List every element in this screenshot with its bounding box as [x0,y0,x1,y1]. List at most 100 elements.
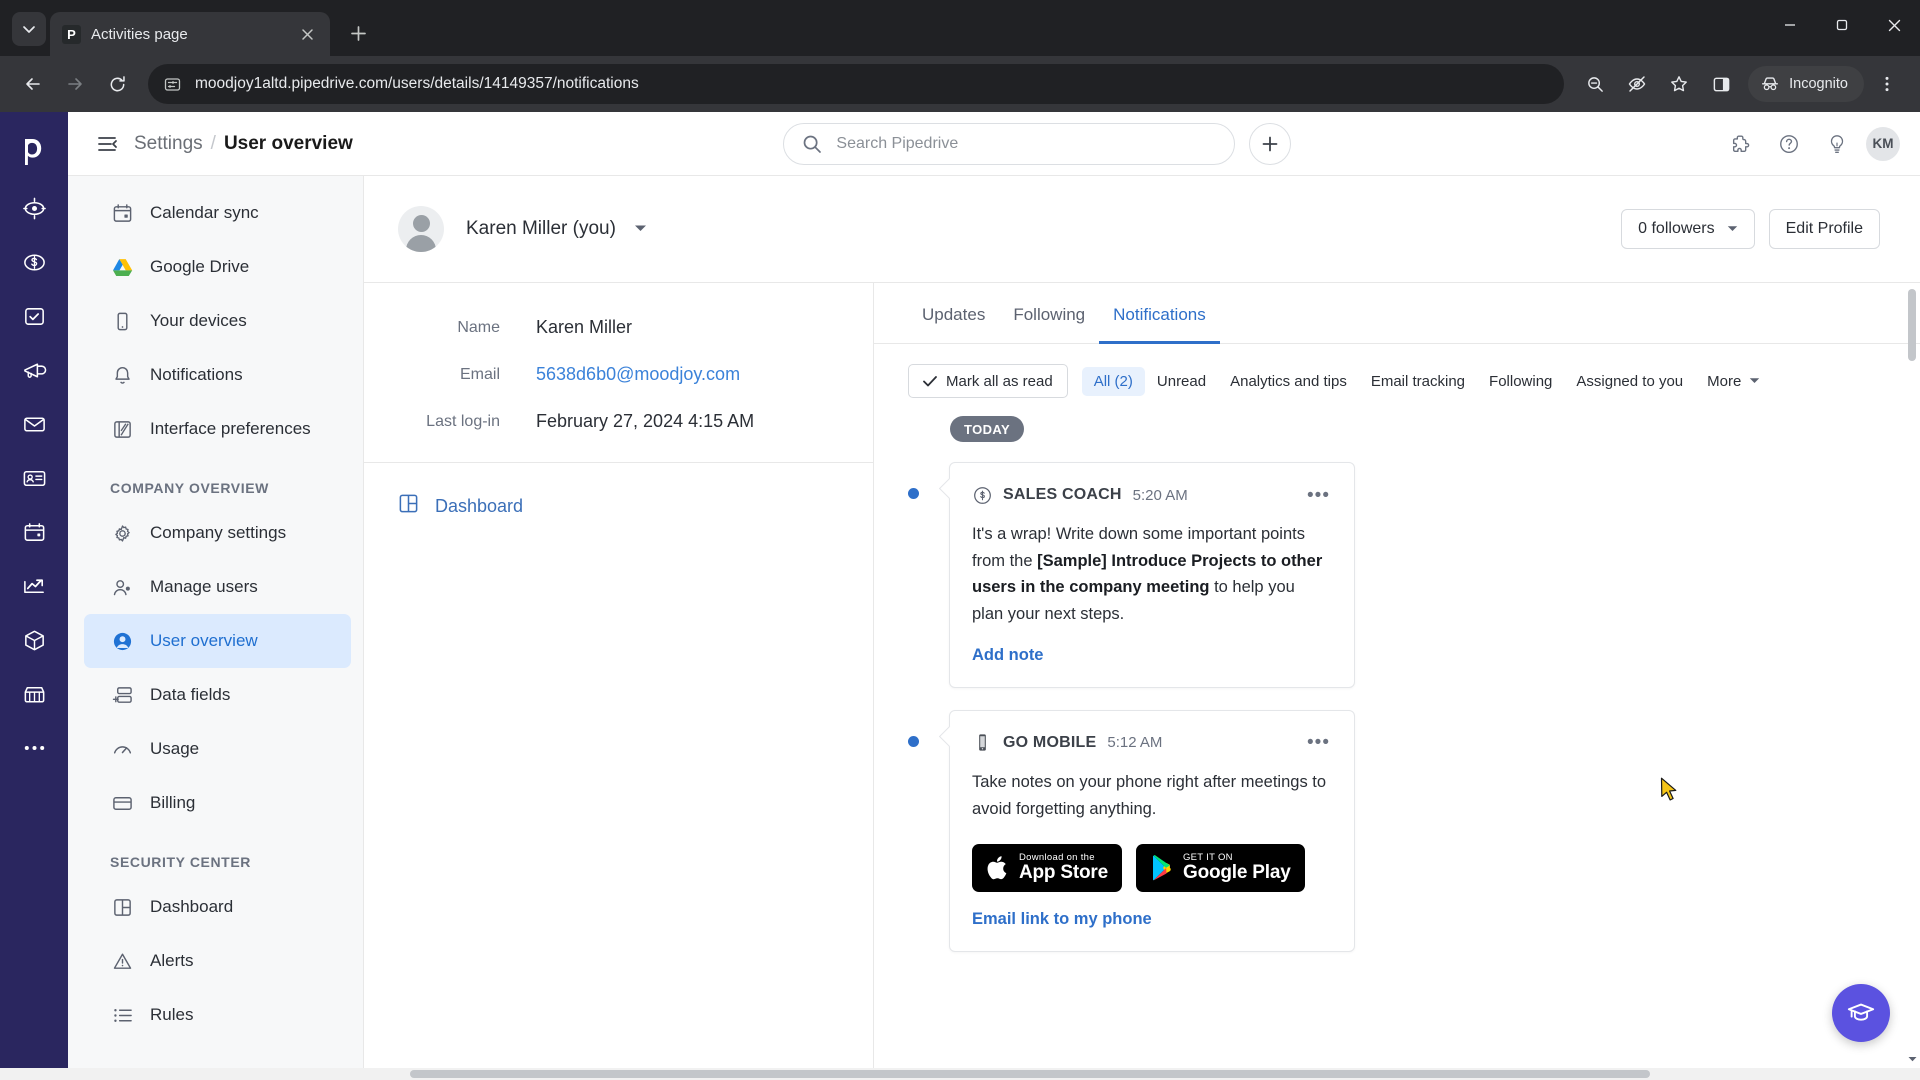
vertical-scrollbar[interactable] [1906,283,1918,1080]
breadcrumb-separator: / [210,132,216,154]
sidebar-item-rules[interactable]: Rules [84,988,351,1042]
detail-value-email-link[interactable]: 5638d6b0@moodjoy.com [536,364,740,385]
scroll-down-arrow-icon[interactable] [1906,1052,1918,1066]
scrollbar-thumb[interactable] [1908,289,1916,361]
sidebar-item-label: Calendar sync [150,203,259,222]
sidebar-item-your-devices[interactable]: Your devices [84,294,351,348]
sidebar-item-label: Interface preferences [150,419,311,438]
filter-email-tracking[interactable]: Email tracking [1359,367,1477,396]
avatar[interactable]: KM [1866,126,1900,161]
notification-more-menu-icon[interactable]: ••• [1307,486,1330,505]
sidebar-item-interface-preferences[interactable]: Interface preferences [84,402,351,456]
more-icon[interactable] [8,722,60,774]
notification-body: Take notes on your phone right after mee… [972,772,1327,818]
search-placeholder: Search Pipedrive [836,134,959,152]
products-icon[interactable] [8,614,60,666]
side-panel-icon[interactable] [1702,65,1740,103]
mail-icon[interactable] [8,398,60,450]
three-dot-menu-icon[interactable] [1868,65,1906,103]
sidebar-item-billing[interactable]: Billing [84,776,351,830]
breadcrumb-settings[interactable]: Settings [134,133,203,155]
notification-more-menu-icon[interactable]: ••• [1307,733,1330,752]
sidebar-item-calendar-sync[interactable]: Calendar sync [84,186,351,240]
sidebar-item-usage[interactable]: Usage [84,722,351,776]
add-new-icon[interactable] [1249,122,1292,165]
sidebar-item-security-dashboard[interactable]: Dashboard [84,880,351,934]
search-input[interactable]: Search Pipedrive [783,122,1236,165]
feed-tabs: Updates Following Notifications [874,283,1920,344]
followers-button[interactable]: 0 followers [1621,209,1755,249]
app-store-badge[interactable]: Download on the App Store [972,844,1122,893]
incognito-icon [1762,77,1779,91]
tab-updates[interactable]: Updates [908,283,999,344]
detail-row-email: Email 5638d6b0@moodjoy.com [364,364,873,385]
add-note-link[interactable]: Add note [972,646,1044,665]
chevron-down-icon[interactable] [634,220,647,238]
leads-icon[interactable] [8,182,60,234]
sidebar-item-company-settings[interactable]: Company settings [84,506,351,560]
filter-analytics-and-tips[interactable]: Analytics and tips [1218,367,1359,396]
browser-tab[interactable]: P Activities page [50,12,330,56]
notification-card[interactable]: SALES COACH 5:20 AM ••• It's a wrap! Wri… [949,462,1355,688]
google-drive-icon [110,255,134,279]
window-controls [1764,0,1920,50]
minimize-icon[interactable] [1764,0,1816,50]
reload-icon[interactable] [98,65,136,103]
mark-all-as-read-button[interactable]: Mark all as read [908,364,1068,398]
edit-profile-button[interactable]: Edit Profile [1768,209,1880,249]
google-play-badge[interactable]: GET IT ON Google Play [1135,844,1305,893]
scrollbar-thumb[interactable] [410,1070,1650,1078]
address-bar[interactable]: moodjoy1altd.pipedrive.com/users/details… [148,64,1565,104]
filter-more-dropdown[interactable]: More [1695,367,1772,396]
new-tab-icon[interactable] [340,15,376,51]
tab-following[interactable]: Following [999,283,1099,344]
eye-slash-icon[interactable] [1618,65,1656,103]
incognito-profile-pill[interactable]: Incognito [1748,66,1864,102]
back-icon[interactable] [14,65,52,103]
contacts-icon[interactable] [8,452,60,504]
notification-time: 5:12 AM [1107,734,1163,752]
dashboard-grid-icon [110,895,134,919]
tab-search-dropdown-icon[interactable] [12,12,46,46]
detail-label: Last log-in [426,413,500,430]
chevron-down-icon [1750,378,1760,383]
tab-notifications[interactable]: Notifications [1099,283,1220,344]
incognito-label: Incognito [1789,76,1848,92]
campaigns-icon[interactable] [8,344,60,396]
sidebar-item-google-drive[interactable]: Google Drive [84,240,351,294]
filter-assigned-to-you[interactable]: Assigned to you [1564,367,1695,396]
dashboard-link[interactable]: Dashboard [364,463,873,519]
users-icon [110,575,134,599]
filter-following[interactable]: Following [1477,367,1564,396]
close-window-icon[interactable] [1868,0,1920,50]
academy-graduation-cap-icon[interactable] [1832,984,1890,1042]
help-icon[interactable] [1770,125,1808,163]
pipedrive-logo[interactable] [8,124,60,180]
zoom-out-icon[interactable] [1576,65,1614,103]
activities-icon[interactable] [8,290,60,342]
apps-icon[interactable] [1722,125,1760,163]
marketplace-icon[interactable] [8,668,60,720]
page-content: Settings / User overview Search Pipedriv… [0,112,1920,1080]
close-icon[interactable] [296,23,318,45]
sidebar-item-user-overview[interactable]: User overview [84,614,351,668]
sidebar-item-data-fields[interactable]: Data fields [84,668,351,722]
notification-card[interactable]: GO MOBILE 5:12 AM ••• Take notes on your… [949,709,1355,953]
sidebar-item-alerts[interactable]: Alerts [84,934,351,988]
insights-icon[interactable] [8,560,60,612]
deals-icon[interactable] [8,236,60,288]
collapse-menu-icon[interactable] [90,127,124,161]
filter-all[interactable]: All (2) [1081,366,1145,396]
email-link-to-my-phone-link[interactable]: Email link to my phone [972,910,1152,929]
sidebar-item-manage-users[interactable]: Manage users [84,560,351,614]
notification-source: SALES COACH [1003,486,1122,503]
app-rail [0,112,68,1080]
sidebar-item-notifications[interactable]: Notifications [84,348,351,402]
whats-new-icon[interactable] [1818,125,1856,163]
maximize-icon[interactable] [1816,0,1868,50]
mobile-phone-icon [972,733,992,753]
filter-unread[interactable]: Unread [1145,367,1218,396]
calendar-icon[interactable] [8,506,60,558]
star-icon[interactable] [1660,65,1698,103]
horizontal-scrollbar[interactable] [0,1068,1920,1080]
